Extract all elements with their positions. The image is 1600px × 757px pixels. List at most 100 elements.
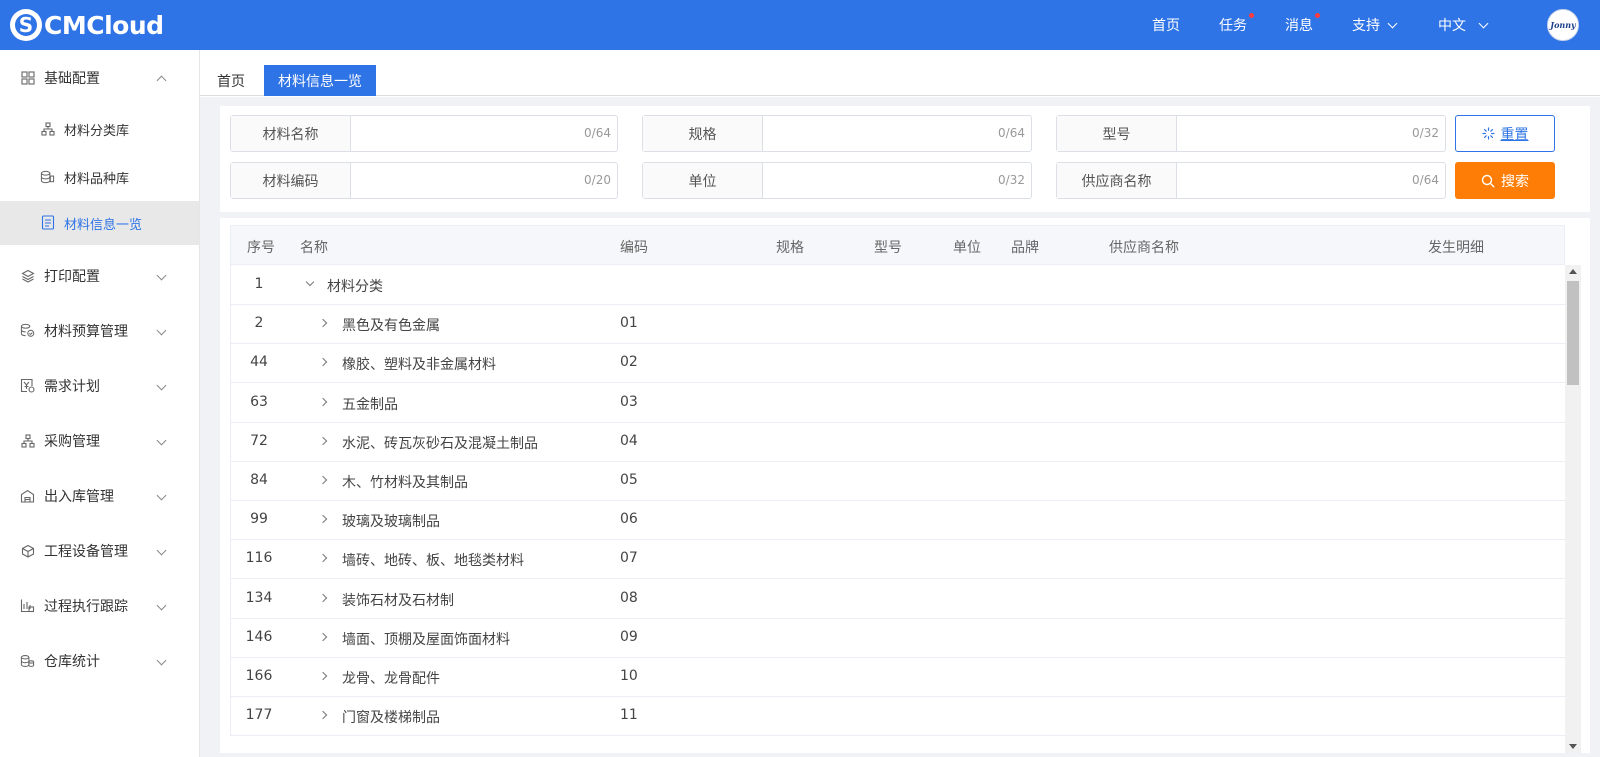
row-number: 84: [250, 472, 268, 488]
table-row[interactable]: 44 橡胶、塑料及非金属材料 02: [230, 343, 1565, 384]
material-name-input[interactable]: [351, 116, 617, 151]
material-table: 序号 名称 编码 规格 型号 单位 品牌 供应商名称 发生明细 1 材料分类 2 黑色…: [220, 218, 1590, 753]
row-name: 木、竹材料及其制品: [342, 475, 468, 491]
chevron-up-icon: [156, 75, 167, 86]
chevron-right-icon[interactable]: [318, 632, 328, 642]
sidebar-item-label: 工程设备管理: [44, 544, 128, 560]
material-code-field: 材料编码 0/20: [230, 162, 618, 199]
char-counter: 0/32: [998, 173, 1025, 187]
sidebar-item-material-info[interactable]: 材料信息一览: [0, 201, 199, 245]
top-header: CMCloud 首页 任务 消息 支持 中文 Jonny: [0, 0, 1600, 50]
model-input[interactable]: [1177, 116, 1445, 151]
column-header-details: 发生明细: [1428, 240, 1484, 256]
row-name: 水泥、砖瓦灰砂石及混凝土制品: [342, 435, 538, 452]
field-label: 材料名称: [231, 116, 351, 151]
supplier-input[interactable]: [1177, 163, 1445, 198]
reset-button[interactable]: 重置: [1455, 115, 1555, 152]
nav-home[interactable]: 首页: [1152, 0, 1180, 50]
unit-field: 单位 0/32: [642, 162, 1032, 199]
row-name: 玻璃及玻璃制品: [342, 514, 440, 531]
search-icon: [1481, 174, 1495, 188]
sidebar-item-warehouse-io[interactable]: 出入库管理: [0, 472, 199, 520]
column-header-model: 型号: [874, 240, 902, 256]
chevron-down-icon[interactable]: [305, 277, 315, 287]
table-row[interactable]: 146 墙面、顶棚及屋面饰面材料 09: [230, 617, 1565, 658]
row-code: 10: [620, 668, 638, 684]
nav-messages[interactable]: 消息: [1285, 0, 1320, 50]
table-row[interactable]: 1 材料分类: [230, 265, 1565, 305]
material-code-input[interactable]: [351, 163, 617, 198]
avatar[interactable]: Jonny: [1547, 9, 1579, 41]
column-header-brand: 品牌: [1011, 240, 1039, 256]
sidebar-item-process-tracking[interactable]: 过程执行跟踪: [0, 582, 199, 630]
table-row[interactable]: 177 门窗及楼梯制品 11: [230, 696, 1565, 737]
sidebar-item-material-category[interactable]: 材料分类库: [0, 105, 199, 153]
cube-icon: [20, 543, 35, 558]
sidebar-item-equipment[interactable]: 工程设备管理: [0, 527, 199, 575]
sidebar-item-print-config[interactable]: 打印配置: [0, 252, 199, 300]
chevron-right-icon[interactable]: [318, 514, 328, 524]
search-button[interactable]: 搜索: [1455, 162, 1555, 199]
row-name: 材料分类: [327, 279, 383, 295]
grid-icon: [20, 70, 35, 85]
chevron-right-icon[interactable]: [318, 318, 328, 328]
chevron-right-icon[interactable]: [318, 397, 328, 406]
chevron-right-icon[interactable]: [318, 358, 328, 367]
sidebar: 基础配置 材料分类库 材料品种库 材料信息一览 打印配置 材料预算管理 需求计划…: [0, 50, 200, 757]
spec-input[interactable]: [763, 116, 1031, 151]
scroll-down-icon[interactable]: [1569, 744, 1577, 749]
sidebar-item-basic-config[interactable]: 基础配置: [0, 54, 199, 102]
filter-panel: 材料名称 0/64 规格 0/64 型号 0/32 重置 材料编码 0/20 单…: [220, 106, 1590, 212]
chevron-right-icon[interactable]: [318, 671, 328, 681]
field-label: 供应商名称: [1057, 163, 1177, 198]
chevron-right-icon[interactable]: [318, 710, 328, 720]
nav-tasks[interactable]: 任务: [1219, 0, 1254, 50]
table-row[interactable]: 84 木、竹材料及其制品 05: [230, 461, 1565, 501]
unit-input[interactable]: [763, 163, 1031, 198]
table-row[interactable]: 116 墙砖、地砖、板、地毯类材料 07: [230, 539, 1565, 580]
sidebar-item-budget[interactable]: 材料预算管理: [0, 307, 199, 355]
chevron-right-icon[interactable]: [318, 436, 328, 446]
nav-support[interactable]: 支持: [1352, 0, 1398, 50]
chevron-right-icon[interactable]: [318, 554, 328, 563]
tab-home[interactable]: 首页: [210, 65, 252, 96]
chevron-down-icon: [156, 655, 167, 666]
row-name: 墙面、顶棚及屋面饰面材料: [342, 631, 510, 648]
chevron-right-icon[interactable]: [318, 475, 328, 485]
table-row[interactable]: 134 装饰石材及石材制 08: [230, 578, 1565, 619]
document-icon: [40, 215, 55, 230]
table-row[interactable]: 166 龙骨、龙骨配件 10: [230, 657, 1565, 697]
column-header-supplier: 供应商名称: [1109, 240, 1179, 256]
row-number: 99: [250, 511, 268, 528]
chevron-right-icon[interactable]: [318, 593, 328, 602]
table-row[interactable]: 72 水泥、砖瓦灰砂石及混凝土制品 04: [230, 421, 1565, 462]
notification-dot: [1249, 13, 1254, 18]
vertical-scrollbar[interactable]: [1565, 265, 1581, 753]
model-field: 型号 0/32: [1056, 115, 1446, 152]
scroll-up-icon[interactable]: [1569, 269, 1577, 274]
row-name: 门窗及楼梯制品: [342, 710, 440, 727]
table-row[interactable]: 2 黑色及有色金属 01: [230, 304, 1565, 345]
chevron-down-icon: [156, 600, 167, 611]
chevron-down-icon: [1387, 18, 1398, 28]
char-counter: 0/32: [1412, 126, 1439, 140]
sidebar-item-material-variety[interactable]: 材料品种库: [0, 153, 199, 201]
row-name: 龙骨、龙骨配件: [342, 671, 440, 687]
language-selector[interactable]: 中文: [1438, 0, 1489, 50]
row-name: 墙砖、地砖、板、地毯类材料: [342, 553, 524, 570]
nav-tasks-label-wrap: 任务: [1219, 13, 1254, 35]
table-row[interactable]: 63 五金制品 03: [230, 382, 1565, 423]
sidebar-item-demand-plan[interactable]: 需求计划: [0, 362, 199, 410]
table-row[interactable]: 99 玻璃及玻璃制品 06: [230, 500, 1565, 541]
row-number: 72: [250, 432, 268, 449]
tab-label: 首页: [217, 73, 245, 90]
spec-field: 规格 0/64: [642, 115, 1032, 152]
field-label: 规格: [643, 116, 763, 151]
sidebar-item-procurement[interactable]: 采购管理: [0, 417, 199, 465]
logo[interactable]: CMCloud: [10, 9, 164, 41]
sidebar-item-warehouse-stats[interactable]: 仓库统计: [0, 637, 199, 685]
tab-material-info[interactable]: 材料信息一览: [264, 65, 376, 96]
scrollbar-thumb[interactable]: [1567, 281, 1579, 385]
nav-support-label: 支持: [1352, 18, 1380, 34]
tab-label: 材料信息一览: [278, 73, 362, 90]
